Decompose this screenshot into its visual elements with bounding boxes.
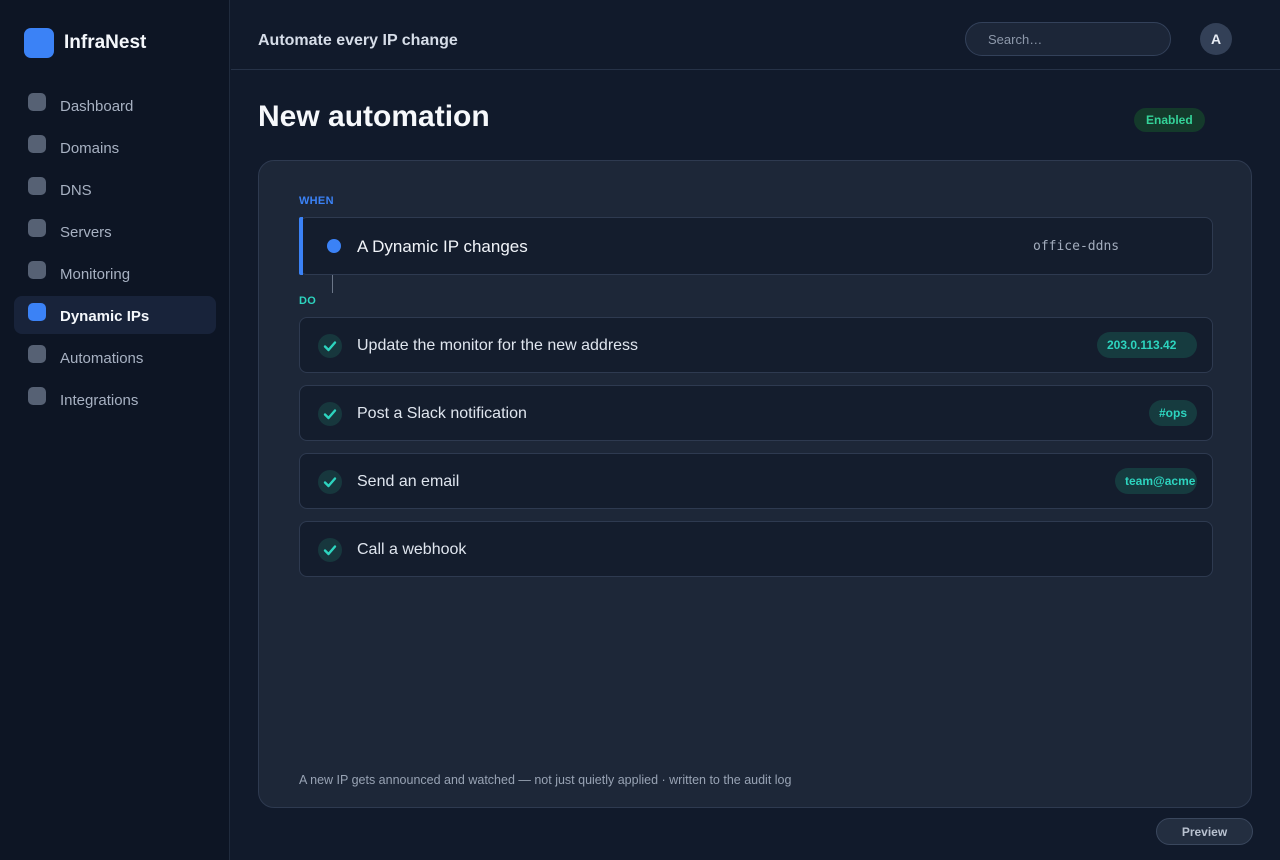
sidebar: InfraNest Dashboard Domains DNS Servers … bbox=[0, 0, 230, 860]
action-label: Update the monitor for the new address bbox=[357, 337, 639, 354]
sidebar-item-label: Automations bbox=[60, 350, 144, 367]
trigger-dot-icon bbox=[327, 239, 341, 253]
automation-footnote: A new IP gets announced and watched — no… bbox=[299, 773, 792, 787]
sidebar-item-dns[interactable]: DNS bbox=[14, 170, 216, 208]
header-title: Automate every IP change bbox=[258, 32, 458, 49]
domains-icon bbox=[28, 135, 46, 153]
check-icon bbox=[318, 402, 342, 426]
flow-connector bbox=[332, 275, 333, 293]
brand-name: InfraNest bbox=[64, 32, 147, 53]
sidebar-item-label: Servers bbox=[60, 224, 112, 241]
dashboard-icon bbox=[28, 93, 46, 111]
when-label: WHEN bbox=[299, 195, 334, 207]
action-tag: 203.0.113.42 bbox=[1097, 332, 1197, 358]
sidebar-item-label: DNS bbox=[60, 182, 92, 199]
sidebar-item-label: Monitoring bbox=[60, 266, 131, 283]
dns-icon bbox=[28, 177, 46, 195]
servers-icon bbox=[28, 219, 46, 237]
monitoring-icon bbox=[28, 261, 46, 279]
sidebar-item-label: Domains bbox=[60, 140, 120, 157]
trigger-row[interactable]: A Dynamic IP changes office-ddns bbox=[299, 217, 1213, 275]
action-row-webhook[interactable]: Call a webhook bbox=[299, 521, 1213, 577]
action-label: Send an email bbox=[357, 473, 460, 490]
do-label: DO bbox=[299, 295, 317, 307]
sidebar-item-automations[interactable]: Automations bbox=[14, 338, 216, 376]
brand-logo-icon bbox=[24, 28, 54, 58]
integrations-icon bbox=[28, 387, 46, 405]
action-row-slack[interactable]: Post a Slack notification #ops bbox=[299, 385, 1213, 441]
search-input[interactable] bbox=[965, 22, 1171, 56]
sidebar-item-servers[interactable]: Servers bbox=[14, 212, 216, 250]
action-tag: team@acme bbox=[1115, 468, 1197, 494]
status-badge[interactable]: Enabled bbox=[1134, 108, 1205, 132]
automation-card: WHEN A Dynamic IP changes office-ddns DO… bbox=[258, 160, 1252, 808]
sidebar-item-label: Integrations bbox=[60, 392, 139, 409]
sidebar-nav: Dashboard Domains DNS Servers Monitoring… bbox=[14, 86, 216, 422]
action-tag: #ops bbox=[1148, 400, 1197, 426]
preview-button[interactable]: Preview bbox=[1156, 818, 1253, 845]
brand[interactable]: InfraNest bbox=[24, 28, 146, 58]
action-row-email[interactable]: Send an email team@acme bbox=[299, 453, 1213, 509]
trigger-source: office-ddns bbox=[1033, 239, 1120, 254]
check-icon bbox=[318, 538, 342, 562]
top-header: Automate every IP change A bbox=[231, 0, 1280, 70]
sidebar-item-domains[interactable]: Domains bbox=[14, 128, 216, 166]
check-icon bbox=[318, 470, 342, 494]
sidebar-item-label: Dashboard bbox=[60, 98, 134, 115]
sidebar-item-dynamic-ips[interactable]: Dynamic IPs bbox=[14, 296, 216, 334]
page-title: New automation bbox=[258, 100, 490, 133]
check-icon bbox=[318, 334, 342, 358]
action-label: Call a webhook bbox=[357, 541, 467, 558]
sidebar-item-monitoring[interactable]: Monitoring bbox=[14, 254, 216, 292]
automations-icon bbox=[28, 345, 46, 363]
trigger-accent-bar bbox=[299, 217, 303, 275]
sidebar-item-integrations[interactable]: Integrations bbox=[14, 380, 216, 418]
sidebar-item-dashboard[interactable]: Dashboard bbox=[14, 86, 216, 124]
action-row-update-monitor[interactable]: Update the monitor for the new address 2… bbox=[299, 317, 1213, 373]
trigger-label: A Dynamic IP changes bbox=[357, 237, 528, 256]
dynamic-ips-icon bbox=[28, 303, 46, 321]
sidebar-item-label: Dynamic IPs bbox=[60, 308, 150, 325]
action-label: Post a Slack notification bbox=[357, 405, 527, 422]
avatar[interactable]: A bbox=[1200, 23, 1232, 55]
